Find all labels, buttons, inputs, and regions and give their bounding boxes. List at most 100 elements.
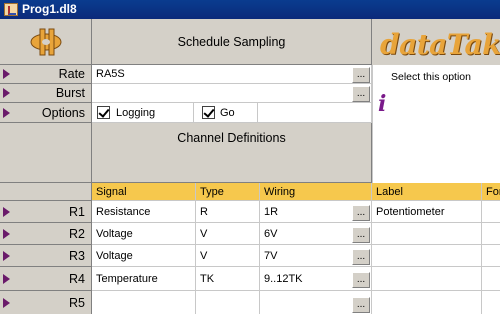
schedule-sampling-title: Schedule Sampling (177, 34, 286, 49)
signal-cell[interactable]: Resistance (92, 201, 196, 223)
type-value: TK (200, 272, 215, 285)
wiring-value: 9..12TK (264, 272, 303, 285)
column-header-type[interactable]: Type (196, 183, 260, 201)
format-cell[interactable] (482, 267, 500, 291)
channel-definitions-title: Channel Definitions (177, 131, 286, 145)
wiring-value: 6V (264, 227, 278, 240)
channel-row-header[interactable]: R4 (0, 267, 92, 291)
type-cell[interactable]: V (196, 223, 260, 245)
column-header-format-label: Format (486, 185, 500, 198)
wiring-value: 1R (264, 205, 279, 218)
schedule-sampling-header: Schedule Sampling (92, 19, 372, 65)
column-header-type-label: Type (200, 185, 224, 198)
type-value: V (200, 227, 208, 240)
go-checkbox[interactable] (202, 105, 215, 119)
brand-logo-text: dataTaker (380, 28, 500, 61)
channel-definitions-header: Channel Definitions (92, 123, 372, 183)
column-header-wiring-label: Wiring (264, 185, 296, 198)
datataker-logo-icon (30, 28, 62, 56)
info-icon: i (378, 91, 387, 117)
signal-value: Voltage (96, 227, 133, 240)
column-header-wiring[interactable]: Wiring (260, 183, 372, 201)
row-arrow-icon (3, 69, 10, 79)
row-arrow-icon (3, 107, 10, 118)
signal-cell[interactable] (92, 291, 196, 314)
type-cell[interactable]: V (196, 245, 260, 267)
channel-row-header[interactable]: R3 (0, 245, 92, 267)
row-arrow-icon (3, 88, 10, 98)
app-window: Prog1.dl8 Schedule Sampling dataTaker Ra… (0, 0, 500, 314)
channel-name: R4 (69, 271, 85, 286)
signal-value: Temperature (96, 272, 158, 285)
label-cell[interactable] (372, 267, 482, 291)
rate-value-cell[interactable]: RA5S (92, 65, 372, 84)
row-arrow-icon (3, 250, 10, 261)
column-header-label-label: Label (376, 185, 403, 198)
rate-row-header[interactable]: Rate (0, 65, 92, 84)
format-cell[interactable] (482, 223, 500, 245)
brand-banner: dataTaker (372, 19, 500, 66)
logging-checkbox[interactable] (97, 105, 110, 119)
options-go-cell: Go (194, 103, 258, 123)
title-bar: Prog1.dl8 (0, 0, 500, 19)
format-cell[interactable] (482, 245, 500, 267)
type-cell[interactable]: TK (196, 267, 260, 291)
channel-name: R2 (69, 226, 85, 241)
row-arrow-icon (3, 297, 10, 308)
options-logging-cell: Logging (92, 103, 194, 123)
datataker-logo (0, 19, 92, 65)
wiring-edit-button[interactable]: ... (352, 205, 370, 221)
column-header-signal[interactable]: Signal (92, 183, 196, 201)
row-header-blank (0, 123, 92, 183)
go-label: Go (220, 106, 235, 119)
logging-label: Logging (116, 106, 156, 119)
label-cell[interactable] (372, 245, 482, 267)
window-title: Prog1.dl8 (22, 2, 77, 16)
info-panel: Select this option i (372, 65, 500, 183)
wiring-edit-button[interactable]: ... (352, 297, 370, 313)
row-arrow-icon (3, 228, 10, 239)
type-cell[interactable] (196, 291, 260, 314)
channel-name: R1 (69, 204, 85, 219)
app-icon (4, 3, 18, 16)
wiring-edit-button[interactable]: ... (352, 227, 370, 243)
signal-cell[interactable]: Voltage (92, 245, 196, 267)
burst-value-cell[interactable] (92, 84, 372, 103)
options-row-header[interactable]: Options (0, 103, 92, 123)
column-header-label[interactable]: Label (372, 183, 482, 201)
label-cell[interactable] (372, 223, 482, 245)
wiring-edit-button[interactable]: ... (352, 272, 370, 288)
column-header-format[interactable]: Format (482, 183, 500, 201)
options-label: Options (41, 105, 85, 120)
signal-value: Voltage (96, 249, 133, 262)
channel-name: R5 (69, 295, 85, 310)
channel-name: R3 (69, 248, 85, 263)
signal-cell[interactable]: Voltage (92, 223, 196, 245)
format-cell[interactable] (482, 201, 500, 223)
row-arrow-icon (3, 273, 10, 284)
label-cell[interactable] (372, 291, 482, 314)
channel-row-header[interactable]: R2 (0, 223, 92, 245)
column-header-spacer (0, 183, 92, 201)
program-grid: Schedule Sampling dataTaker Rate RA5S ..… (0, 19, 500, 314)
channel-row-header[interactable]: R1 (0, 201, 92, 223)
signal-cell[interactable]: Temperature (92, 267, 196, 291)
info-hint-text: Select this option (391, 71, 471, 83)
burst-edit-button[interactable]: ... (352, 86, 370, 102)
rate-value: RA5S (96, 68, 125, 80)
signal-value: Resistance (96, 205, 151, 218)
column-header-signal-label: Signal (96, 185, 127, 198)
label-cell[interactable]: Potentiometer (372, 201, 482, 223)
channel-row-header[interactable]: R5 (0, 291, 92, 314)
rate-label: Rate (58, 67, 85, 81)
options-empty-cell (258, 103, 372, 123)
format-cell[interactable] (482, 291, 500, 314)
wiring-value: 7V (264, 249, 278, 262)
burst-row-header[interactable]: Burst (0, 84, 92, 103)
type-value: V (200, 249, 208, 262)
wiring-edit-button[interactable]: ... (352, 249, 370, 265)
rate-edit-button[interactable]: ... (352, 67, 370, 83)
type-cell[interactable]: R (196, 201, 260, 223)
burst-label: Burst (55, 86, 85, 100)
label-value: Potentiometer (376, 205, 445, 218)
